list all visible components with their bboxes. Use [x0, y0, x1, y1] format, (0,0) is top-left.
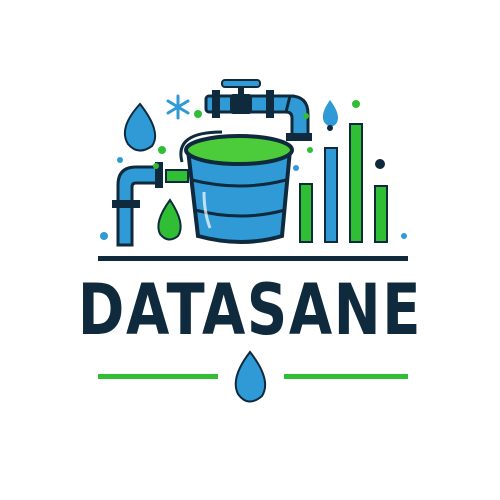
bar-chart-icon [299, 123, 388, 243]
top-divider [98, 256, 408, 261]
chart-bar [299, 183, 313, 243]
bottom-divider-left [98, 374, 218, 379]
logo-emblem [98, 79, 408, 403]
chart-bar [324, 147, 338, 243]
chart-bar [349, 123, 363, 243]
brand-wordmark: DATASANE [77, 269, 423, 351]
valve-body [230, 94, 252, 114]
snowflake-icon [166, 94, 190, 120]
water-drop-icon [157, 198, 182, 241]
chart-bar [374, 185, 388, 243]
water-drop-icon [322, 100, 338, 127]
bottom-divider-right [284, 374, 408, 379]
left-pipe-green-joint [165, 169, 189, 183]
pipe-collar-left [212, 90, 220, 118]
water-drop-icon [234, 350, 266, 403]
bucket-icon [179, 130, 294, 244]
water-drop-icon [124, 102, 156, 152]
bucket-rim [184, 134, 294, 166]
left-pipe-collar [112, 200, 140, 208]
valve-handle [221, 79, 261, 88]
pipe-flange [286, 133, 312, 141]
pipe-collar-right [266, 90, 274, 118]
